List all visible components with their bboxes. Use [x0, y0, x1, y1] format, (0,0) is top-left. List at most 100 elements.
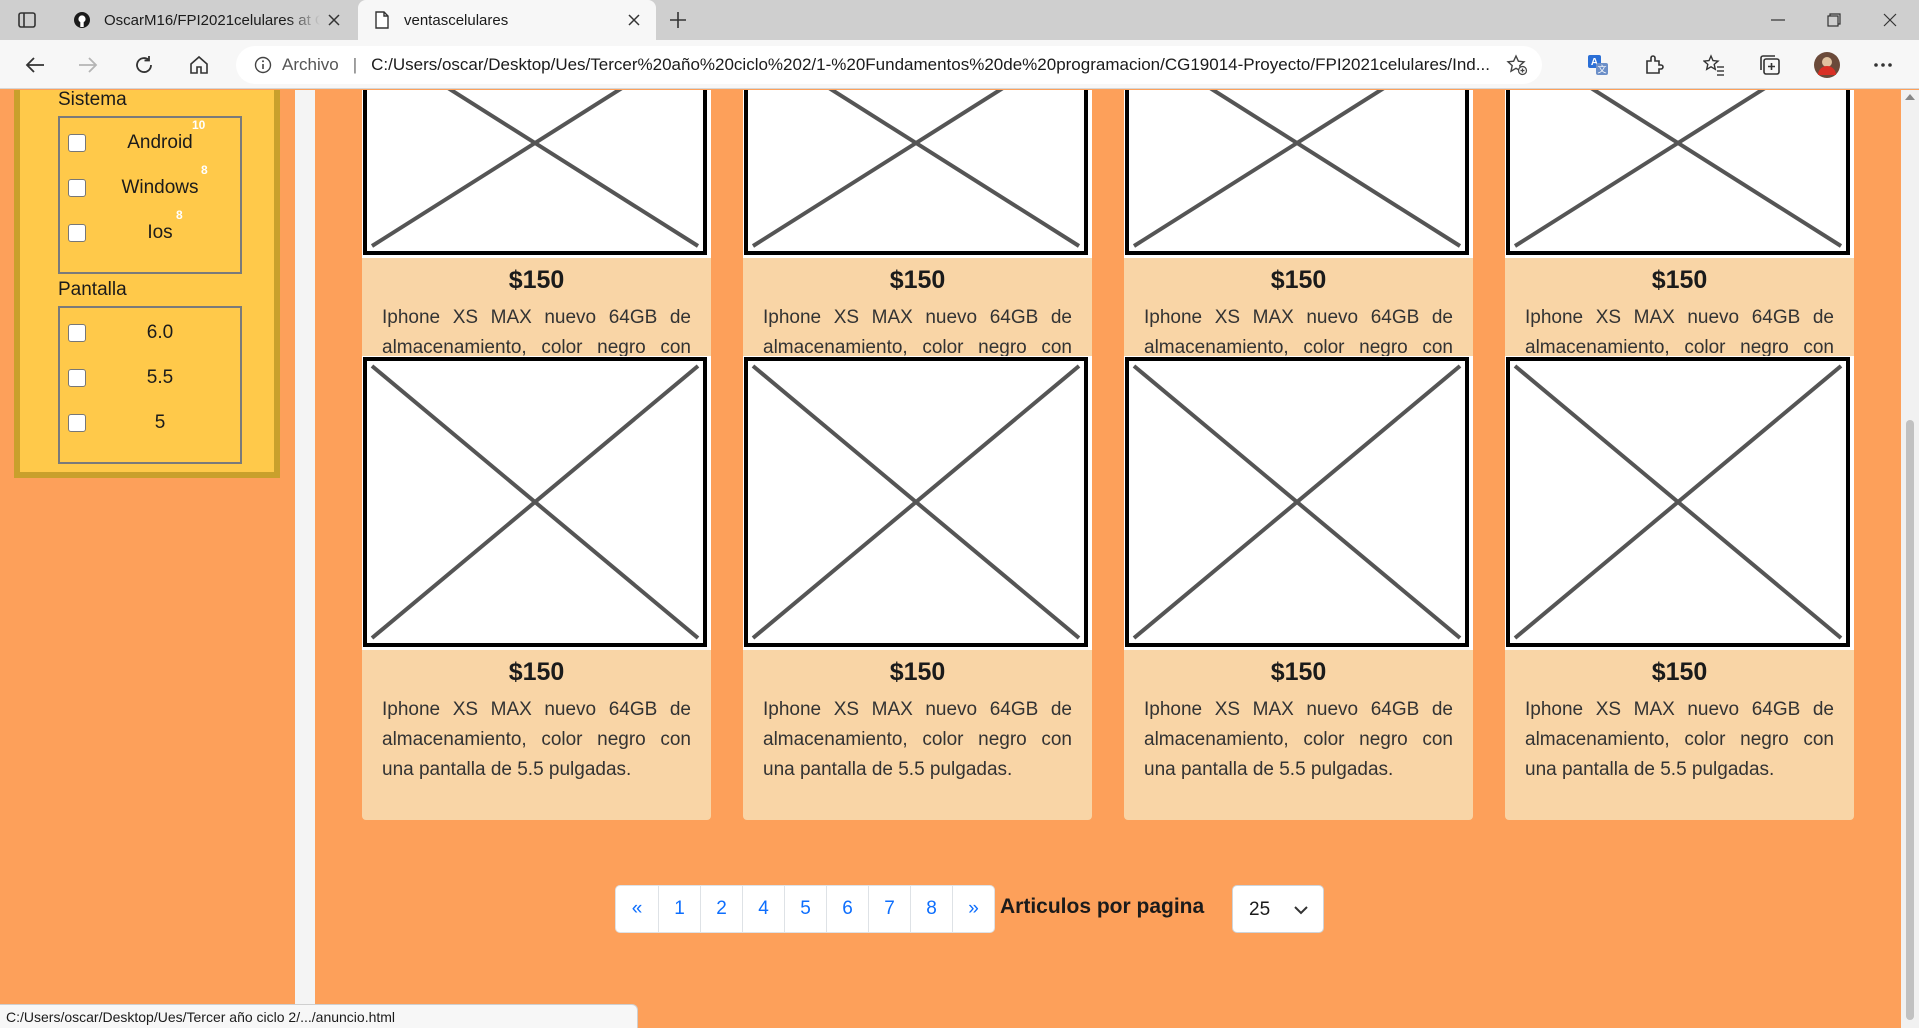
filter-option-5: 5 [60, 406, 240, 442]
tab-title: OscarM16/FPI2021celulares at G [104, 11, 320, 29]
new-tab-icon[interactable] [664, 6, 692, 34]
pagination-prev[interactable]: « [616, 886, 658, 932]
option-label: Windows [121, 177, 199, 198]
svg-text:文: 文 [1597, 64, 1606, 75]
windows-checkbox[interactable] [68, 179, 86, 197]
option-label: 5 [154, 412, 166, 433]
option-label: 6.0 [146, 322, 174, 343]
page-icon [372, 10, 392, 30]
scroll-up-arrow-icon[interactable] [1905, 94, 1915, 100]
pagination-next[interactable]: » [952, 886, 994, 932]
tab-title: ventascelulares [404, 11, 509, 29]
filter-title-sistema: Sistema [58, 90, 127, 110]
option-label: 5.5 [146, 367, 174, 388]
close-tab-icon[interactable] [620, 6, 648, 34]
product-card[interactable]: $150 Iphone XS MAX nuevo 64GB de almacen… [1124, 356, 1473, 820]
pagination-page[interactable]: 5 [784, 886, 826, 932]
option-label: Android [127, 132, 193, 153]
chevron-down-icon [1294, 906, 1308, 915]
tab-actions-icon[interactable] [16, 9, 38, 31]
address-bar[interactable]: Archivo | C:/Users/oscar/Desktop/Ues/Ter… [236, 46, 1542, 84]
product-price: $150 [1651, 266, 1708, 294]
filter-panel: Sistema Android 10 Windows 8 Ios 8 Panta… [14, 90, 280, 478]
restore-icon[interactable] [1806, 0, 1862, 40]
screen-6-0-checkbox[interactable] [68, 324, 86, 342]
status-bar-url: C:/Users/oscar/Desktop/Ues/Tercer año ci… [0, 1004, 638, 1028]
favorites-icon[interactable] [1697, 48, 1731, 82]
back-icon[interactable] [18, 48, 52, 82]
broken-image-icon [1124, 356, 1473, 650]
product-card[interactable]: $150 Iphone XS MAX nuevo 64GB de almacen… [1505, 356, 1854, 820]
tab-bar: OscarM16/FPI2021celulares at G ventascel… [0, 0, 1919, 40]
screen-5-checkbox[interactable] [68, 414, 86, 432]
product-price: $150 [508, 658, 565, 686]
broken-image-icon [1505, 356, 1854, 650]
android-checkbox[interactable] [68, 134, 86, 152]
broken-image-icon [1124, 90, 1473, 258]
tab-ventascelulares[interactable]: ventascelulares [358, 0, 656, 40]
broken-image-icon [362, 90, 711, 258]
vertical-scrollbar[interactable] [1901, 90, 1919, 1028]
more-menu-icon[interactable] [1866, 48, 1900, 82]
address-separator: | [352, 55, 358, 74]
product-description: Iphone XS MAX nuevo 64GB de almacenamien… [763, 699, 1072, 780]
product-card[interactable]: $150 Iphone XS MAX nuevo 64GB de almacen… [362, 356, 711, 820]
minimize-icon[interactable] [1750, 0, 1806, 40]
close-tab-icon[interactable] [320, 6, 348, 34]
per-page-value: 25 [1249, 899, 1271, 920]
product-price: $150 [1651, 658, 1708, 686]
broken-image-icon [362, 356, 711, 650]
browser-toolbar: Archivo | C:/Users/oscar/Desktop/Ues/Ter… [0, 40, 1919, 89]
filter-option-android: Android 10 [60, 118, 240, 162]
github-icon [72, 10, 92, 30]
filter-option-windows: Windows 8 [60, 163, 240, 207]
extensions-icon[interactable] [1637, 48, 1671, 82]
product-description: Iphone XS MAX nuevo 64GB de almacenamien… [1144, 699, 1453, 780]
count-badge: 10 [192, 118, 206, 132]
profile-avatar-icon[interactable] [1810, 48, 1844, 82]
broken-image-icon [743, 356, 1092, 650]
filter-box-pantalla: 6.0 5.5 5 [58, 306, 242, 464]
pagination-page[interactable]: 4 [742, 886, 784, 932]
count-badge: 8 [176, 208, 183, 222]
product-card[interactable]: $150 Iphone XS MAX nuevo 64GB de almacen… [743, 356, 1092, 820]
page-content: Sistema Android 10 Windows 8 Ios 8 Panta… [0, 90, 1901, 1028]
scheme-label: Archivo [282, 55, 339, 74]
add-favorite-icon[interactable] [1500, 48, 1534, 82]
tab-github[interactable]: OscarM16/FPI2021celulares at G [58, 0, 356, 40]
ios-checkbox[interactable] [68, 224, 86, 242]
product-price: $150 [889, 658, 946, 686]
product-price: $150 [1270, 658, 1327, 686]
filter-title-pantalla: Pantalla [58, 279, 127, 300]
info-icon[interactable] [252, 54, 274, 76]
screen-5-5-checkbox[interactable] [68, 369, 86, 387]
count-badge: 8 [201, 163, 208, 177]
product-price: $150 [889, 266, 946, 294]
product-price: $150 [1270, 266, 1327, 294]
scrollbar-thumb[interactable] [1906, 420, 1914, 1020]
forward-icon[interactable] [71, 48, 105, 82]
option-label: Ios [147, 222, 173, 243]
url-text[interactable]: C:/Users/oscar/Desktop/Ues/Tercer%20año%… [371, 55, 1500, 75]
refresh-icon[interactable] [127, 48, 161, 82]
filter-box-sistema: Android 10 Windows 8 Ios 8 [58, 116, 242, 274]
home-icon[interactable] [182, 48, 216, 82]
pagination-page[interactable]: 1 [658, 886, 700, 932]
filter-option-ios: Ios 8 [60, 208, 240, 252]
per-page-select[interactable]: 25 [1232, 885, 1324, 933]
pagination-page[interactable]: 6 [826, 886, 868, 932]
per-page-label: Articulos por pagina [1000, 895, 1205, 918]
pagination-page[interactable]: 8 [910, 886, 952, 932]
filter-option-5-5: 5.5 [60, 361, 240, 397]
left-divider [295, 90, 315, 1028]
translate-icon[interactable]: A文 [1581, 48, 1615, 82]
pagination: « 1 2 4 5 6 7 8 » [615, 885, 995, 933]
broken-image-icon [743, 90, 1092, 258]
pagination-page[interactable]: 2 [700, 886, 742, 932]
collections-icon[interactable] [1753, 48, 1787, 82]
filter-option-6-0: 6.0 [60, 316, 240, 352]
broken-image-icon [1505, 90, 1854, 258]
close-window-icon[interactable] [1862, 0, 1918, 40]
pagination-page[interactable]: 7 [868, 886, 910, 932]
product-description: Iphone XS MAX nuevo 64GB de almacenamien… [1525, 699, 1834, 780]
